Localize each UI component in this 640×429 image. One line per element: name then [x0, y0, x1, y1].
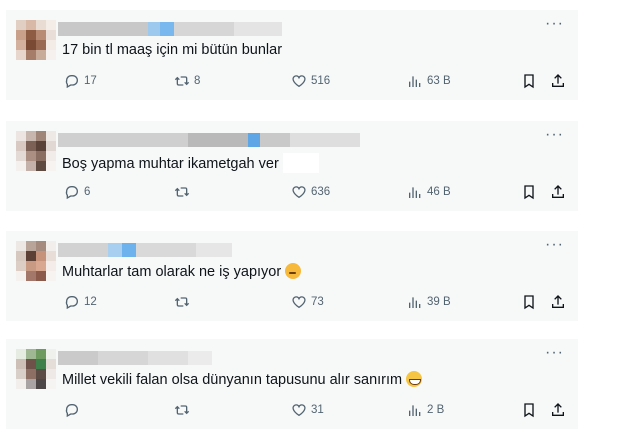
more-options-icon[interactable]: ··· — [545, 127, 564, 143]
like-count: 636 — [311, 186, 331, 198]
username-blurred[interactable] — [58, 22, 282, 36]
share-button[interactable] — [550, 402, 566, 423]
username-blurred[interactable] — [58, 351, 212, 365]
tweet-card[interactable]: ··· 17 bin tl maaş için mi bütün bunlar … — [6, 10, 578, 100]
grinning-face-icon — [406, 371, 423, 387]
retweet-button[interactable] — [174, 184, 194, 200]
views-count: 2 B — [427, 404, 445, 416]
share-button[interactable] — [550, 184, 566, 205]
reply-count: 6 — [84, 186, 91, 198]
reply-icon — [65, 75, 78, 89]
retweet-icon — [174, 76, 190, 86]
views-button[interactable]: 2 B — [407, 402, 444, 418]
share-icon — [552, 403, 564, 416]
like-button[interactable]: 73 — [291, 294, 324, 310]
views-count: 46 B — [427, 186, 451, 198]
reply-button[interactable]: 17 — [64, 73, 97, 89]
bookmark-icon — [524, 295, 534, 310]
reply-count: 12 — [84, 296, 97, 308]
avatar[interactable] — [16, 241, 56, 281]
like-button[interactable]: 31 — [291, 402, 324, 418]
share-button[interactable] — [550, 73, 566, 94]
bookmark-button[interactable] — [521, 184, 537, 205]
reply-button[interactable] — [64, 402, 84, 418]
thinking-face-icon — [285, 263, 302, 279]
avatar[interactable] — [16, 20, 56, 60]
more-options-icon[interactable]: ··· — [545, 16, 564, 32]
like-count: 73 — [311, 296, 324, 308]
retweet-count: 8 — [194, 75, 201, 87]
retweet-button[interactable] — [174, 402, 194, 418]
views-icon — [409, 405, 421, 416]
reply-count: 17 — [84, 75, 97, 87]
views-button[interactable]: 46 B — [407, 184, 451, 200]
like-count: 516 — [311, 75, 331, 87]
retweet-button[interactable] — [174, 294, 194, 310]
bookmark-icon — [524, 185, 534, 200]
username-blurred[interactable] — [58, 243, 232, 257]
reply-icon — [65, 404, 78, 418]
tweet-card[interactable]: ··· Muhtarlar tam olarak ne iş yapıyor 1… — [6, 231, 578, 321]
like-button[interactable]: 636 — [291, 184, 330, 200]
tweet-card[interactable]: ··· Boş yapma muhtar ikametgah ver 6 636… — [6, 121, 578, 211]
views-icon — [409, 187, 421, 198]
reply-icon — [65, 296, 78, 310]
views-button[interactable]: 63 B — [407, 73, 451, 89]
retweet-button[interactable]: 8 — [174, 73, 200, 89]
tweet-text: 17 bin tl maaş için mi bütün bunlar — [62, 42, 283, 58]
avatar[interactable] — [16, 349, 56, 389]
tweet-text: Millet vekili falan olsa dünyanın tapusu… — [62, 371, 423, 388]
bookmark-button[interactable] — [521, 402, 537, 423]
more-options-icon[interactable]: ··· — [545, 237, 564, 253]
bookmark-button[interactable] — [521, 294, 537, 315]
avatar[interactable] — [16, 131, 56, 171]
bookmark-icon — [524, 74, 534, 89]
more-options-icon[interactable]: ··· — [545, 345, 564, 361]
share-button[interactable] — [550, 294, 566, 315]
heart-icon — [292, 75, 306, 88]
like-count: 31 — [311, 404, 324, 416]
bookmark-icon — [524, 403, 534, 418]
views-count: 39 B — [427, 296, 451, 308]
reply-button[interactable]: 6 — [64, 184, 90, 200]
username-blurred[interactable] — [58, 133, 360, 147]
heart-icon — [292, 296, 306, 309]
like-button[interactable]: 516 — [291, 73, 330, 89]
views-icon — [409, 297, 421, 308]
tweet-text: Boş yapma muhtar ikametgah ver — [62, 153, 319, 173]
retweet-icon — [174, 405, 190, 415]
reply-button[interactable]: 12 — [64, 294, 97, 310]
views-button[interactable]: 39 B — [407, 294, 451, 310]
tweet-text: Muhtarlar tam olarak ne iş yapıyor — [62, 263, 302, 280]
views-icon — [409, 76, 421, 87]
views-count: 63 B — [427, 75, 451, 87]
bookmark-button[interactable] — [521, 73, 537, 94]
share-icon — [552, 74, 564, 87]
heart-icon — [292, 186, 306, 199]
heart-icon — [292, 404, 306, 417]
share-icon — [552, 185, 564, 198]
retweet-icon — [174, 187, 190, 197]
reply-icon — [65, 186, 78, 200]
retweet-icon — [174, 297, 190, 307]
tweet-card[interactable]: ··· Millet vekili falan olsa dünyanın ta… — [6, 339, 578, 429]
share-icon — [552, 295, 564, 308]
